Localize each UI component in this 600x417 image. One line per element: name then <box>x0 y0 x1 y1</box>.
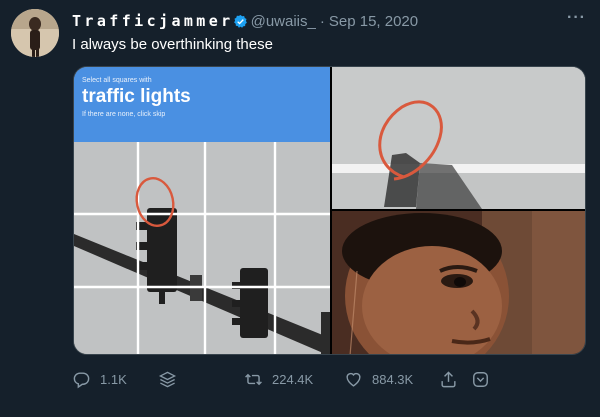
share-button[interactable] <box>439 370 467 389</box>
bookmark-button[interactable] <box>471 370 499 389</box>
retweet-button[interactable]: 224.4K <box>244 370 313 389</box>
display-name[interactable]: Trafficjammer <box>72 12 234 30</box>
avatar-image <box>11 9 59 57</box>
zoomed-image[interactable] <box>332 67 585 209</box>
captcha-target: traffic lights <box>82 86 191 107</box>
avatar[interactable] <box>11 9 59 57</box>
tweet-actions: 1.1K 224.4K 884.3K <box>72 370 600 392</box>
captcha-image[interactable]: Select all squares with traffic lights I… <box>74 67 330 354</box>
stack-button[interactable] <box>158 370 186 389</box>
bookmark-icon <box>473 372 488 387</box>
more-icon[interactable]: ··· <box>567 9 586 27</box>
captcha-skip-hint: If there are none, click skip <box>82 111 166 118</box>
reaction-image[interactable] <box>332 211 585 354</box>
stack-icon <box>158 371 177 388</box>
like-count: 884.3K <box>372 372 414 387</box>
like-button[interactable]: 884.3K <box>344 370 413 389</box>
reply-icon <box>73 372 90 389</box>
handle[interactable]: @uwaiis_ <box>251 13 316 30</box>
tweet-date[interactable]: Sep 15, 2020 <box>329 13 418 30</box>
retweet-icon <box>245 373 262 386</box>
captcha-grid <box>74 142 330 354</box>
zoomed-circle-image <box>332 67 585 209</box>
captcha-header: Select all squares with traffic lights I… <box>74 67 330 142</box>
like-icon <box>346 372 361 387</box>
verified-badge-icon <box>233 14 247 28</box>
reply-button[interactable]: 1.1K <box>72 370 127 389</box>
tweet-header: Trafficjammer @uwaiis_ · Sep 15, 2020 <box>72 11 588 31</box>
share-icon <box>441 371 456 388</box>
tweet-text: I always be overthinking these <box>72 36 273 53</box>
reply-count: 1.1K <box>100 372 127 387</box>
tweet-media[interactable]: Select all squares with traffic lights I… <box>73 66 586 355</box>
separator: · <box>319 12 325 30</box>
captcha-instruction: Select all squares with <box>82 77 152 84</box>
retweet-count: 224.4K <box>272 372 314 387</box>
worried-face-image <box>332 211 585 354</box>
